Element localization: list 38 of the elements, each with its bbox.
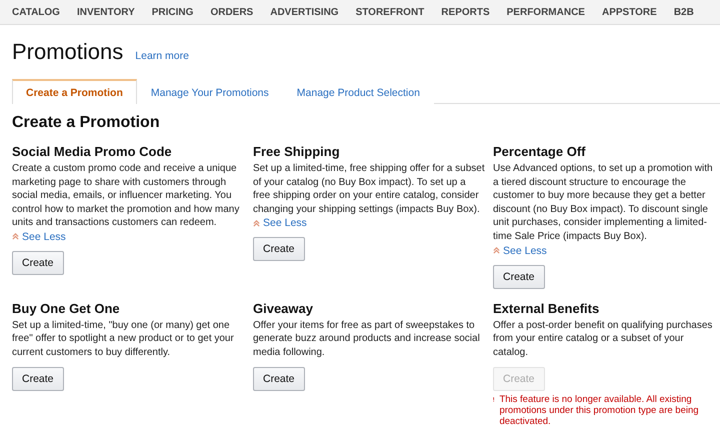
promotion-title: Social Media Promo Code <box>12 144 172 159</box>
chevron-up-icon <box>493 247 500 254</box>
nav-link[interactable]: PERFORMANCE <box>506 6 585 18</box>
create-button[interactable]: Create <box>12 367 64 392</box>
promotion-description: Offer a post-order benefit on qualifying purchases from your entire catalog or a subset of your catalog. <box>493 318 714 360</box>
promotion-title: Buy One Get One <box>12 300 120 316</box>
see-less-link[interactable]: See Less <box>503 244 547 257</box>
nav-link[interactable]: REPORTS <box>441 6 490 18</box>
page-title: Promotions <box>12 39 124 65</box>
promotion-description: Offer your items for free as part of sweepstakes to generate buzz around products and increase social media following. <box>253 318 481 360</box>
see-less-link[interactable]: See Less <box>263 217 307 230</box>
chevron-up-icon <box>253 220 260 227</box>
learn-more-link[interactable]: Learn more <box>135 50 189 62</box>
promotion-title: Free Shipping <box>253 144 340 159</box>
promotion-description: Create a custom promo code and receive a unique marketing page to share with customers through social media, emails, or influencer marketing. You control how to market the promotion and how many units and transactions customers can redeem. <box>12 162 240 230</box>
tab[interactable]: Create a Promotion <box>12 79 137 104</box>
promotion-title: Percentage Off <box>493 144 586 159</box>
nav-link[interactable]: STOREFRONT <box>356 6 424 18</box>
promotion-description: Set up a limited-time, "buy one (or many) get one free" offer to spotlight a new product or to get your current customers to buy differently. <box>12 318 235 360</box>
nav-link[interactable]: INVENTORY <box>76 6 135 18</box>
nav-link[interactable]: CATALOG <box>12 6 60 18</box>
nav-link[interactable]: ORDERS <box>210 6 254 18</box>
section-heading: Create a Promotion <box>12 114 161 132</box>
promotion-title: External Benefits <box>493 300 600 316</box>
promotion-title: Giveaway <box>253 300 313 316</box>
see-less-link[interactable]: See Less <box>22 230 66 243</box>
nav-link[interactable]: PRICING <box>152 6 194 18</box>
create-button[interactable]: Create <box>253 367 305 392</box>
nav-link[interactable]: ADVERTISING <box>270 6 339 18</box>
promotion-description: Set up a limited-time, free shipping offer for a subset of your catalog (no Buy Box impact). To set up a free shipping order on your entire catalog, consider changing your shipping settings (impacts Buy Box). <box>253 162 485 216</box>
error-message: This feature is no longer available. All existing promotions under this promotion type are being deactivated. <box>499 394 700 428</box>
nav-link[interactable]: B2B <box>674 6 694 18</box>
chevron-up-icon <box>12 233 19 240</box>
create-button[interactable]: Create <box>493 264 545 289</box>
create-button[interactable]: Create <box>12 250 64 275</box>
nav-link[interactable]: APPSTORE <box>602 6 657 18</box>
promotion-description: Use Advanced options, to set up a promotion with a tiered discount structure to encourage the customer to buy more because they get a better discount (no Buy Box impact). To discount single unit purchases, consider implementing a limited-time Sale Price (impacts Buy Box). <box>493 162 714 244</box>
create-button[interactable]: Create <box>253 237 305 262</box>
